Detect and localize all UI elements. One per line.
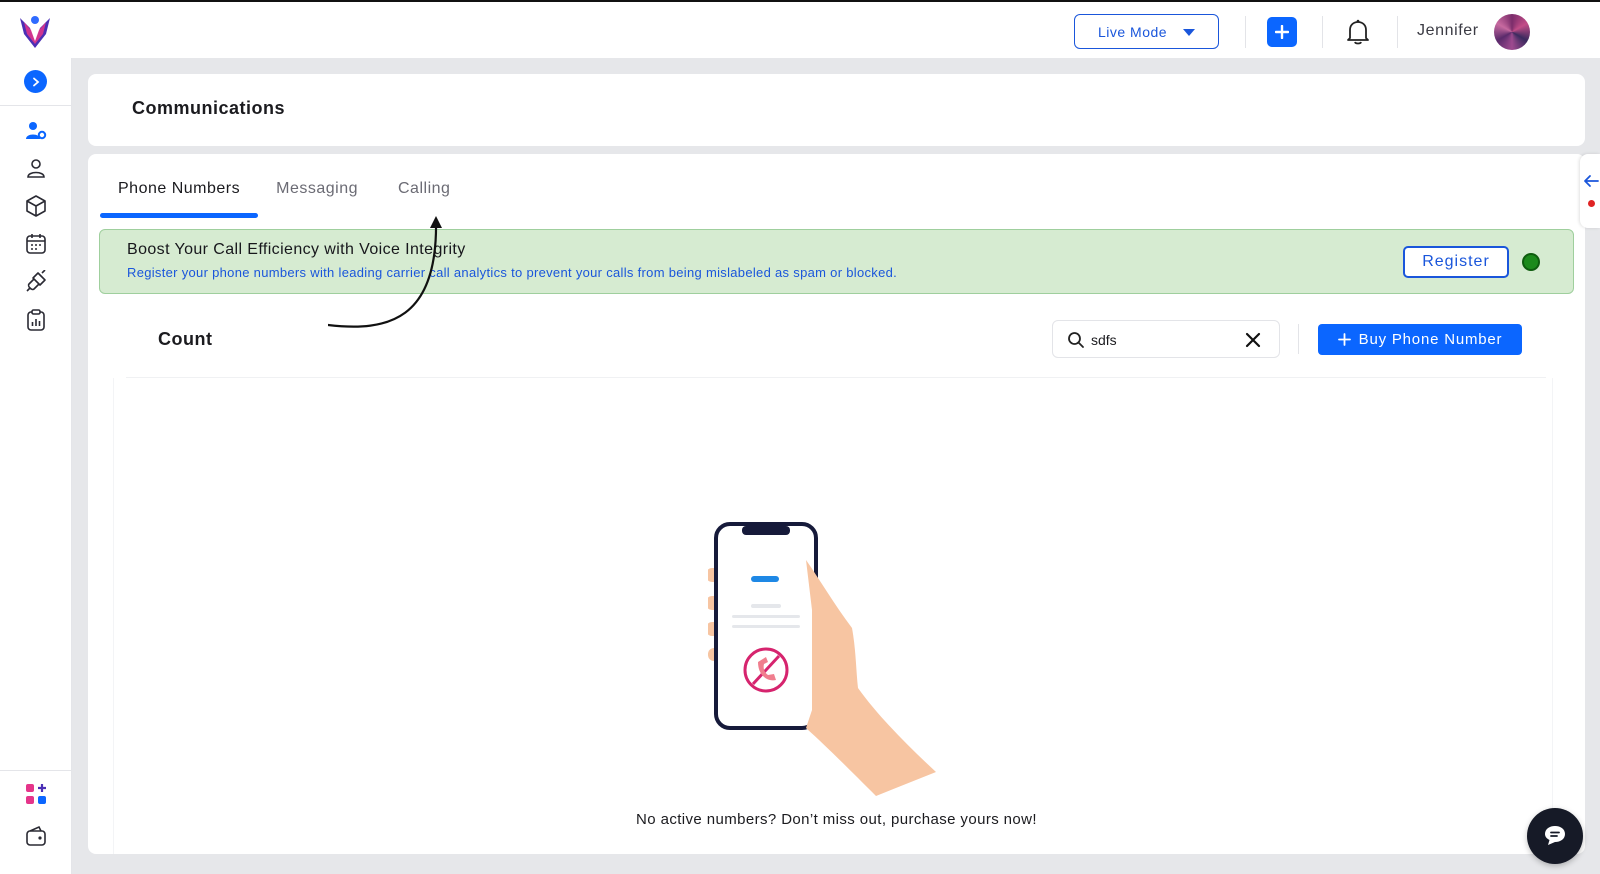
sidebar-divider bbox=[0, 770, 72, 771]
sidebar-divider bbox=[0, 105, 72, 106]
main-card: Phone Numbers Messaging Calling Boost Yo… bbox=[88, 154, 1585, 854]
search-input[interactable] bbox=[1091, 329, 1241, 351]
notification-dot bbox=[1588, 200, 1595, 207]
topbar-divider bbox=[1322, 16, 1323, 48]
list-title: Count bbox=[158, 329, 213, 349]
buy-button-label: Buy Phone Number bbox=[1358, 331, 1503, 348]
banner-title: Boost Your Call Efficiency with Voice In… bbox=[127, 241, 466, 258]
buy-phone-number-button[interactable]: Buy Phone Number bbox=[1318, 324, 1522, 355]
chevron-down-icon bbox=[1183, 29, 1196, 36]
bell-icon[interactable] bbox=[1345, 18, 1371, 46]
apps-icon[interactable] bbox=[24, 782, 48, 806]
top-bar: Live Mode Jennifer bbox=[0, 0, 1600, 58]
calendar-icon[interactable] bbox=[24, 232, 48, 256]
topbar-divider bbox=[1397, 16, 1398, 48]
status-indicator bbox=[1522, 253, 1540, 271]
chat-icon bbox=[1545, 826, 1565, 845]
plus-icon bbox=[1337, 333, 1351, 346]
chevron-right-icon bbox=[32, 77, 39, 86]
sidebar bbox=[0, 58, 72, 874]
voice-integrity-banner: Boost Your Call Efficiency with Voice In… bbox=[99, 229, 1574, 294]
empty-state-illustration bbox=[708, 522, 936, 796]
side-panel-tab[interactable] bbox=[1580, 154, 1600, 228]
tab-bar: Phone Numbers Messaging Calling bbox=[100, 170, 468, 218]
close-icon[interactable] bbox=[1245, 332, 1261, 348]
avatar[interactable] bbox=[1494, 14, 1530, 50]
register-button[interactable]: Register bbox=[1403, 246, 1509, 278]
box-icon[interactable] bbox=[24, 194, 48, 218]
chat-button[interactable] bbox=[1527, 808, 1583, 864]
plus-icon bbox=[1275, 25, 1289, 39]
empty-state-message: No active numbers? Don’t miss out, purch… bbox=[636, 811, 1037, 828]
search-icon bbox=[1068, 332, 1084, 348]
header-card: Communications bbox=[88, 74, 1585, 146]
topbar-divider bbox=[1245, 16, 1246, 48]
arrow-left-icon bbox=[1584, 175, 1599, 187]
user-settings-icon[interactable] bbox=[24, 119, 48, 143]
user-icon[interactable] bbox=[24, 156, 48, 180]
quick-add-button[interactable] bbox=[1267, 17, 1297, 47]
search-box bbox=[1052, 320, 1280, 358]
user-name[interactable]: Jennifer bbox=[1417, 22, 1479, 40]
page-title: Communications bbox=[132, 98, 286, 118]
app-logo[interactable] bbox=[16, 12, 54, 50]
wallet-icon[interactable] bbox=[24, 824, 48, 848]
integration-icon[interactable] bbox=[24, 270, 48, 294]
mode-select-label: Live Mode bbox=[1097, 23, 1168, 40]
toolbar-divider bbox=[1298, 324, 1299, 354]
tab-calling[interactable]: Calling bbox=[380, 170, 468, 218]
banner-text: Register your phone numbers with leading… bbox=[127, 265, 898, 280]
tab-phone-numbers[interactable]: Phone Numbers bbox=[100, 170, 259, 218]
mode-select[interactable]: Live Mode bbox=[1074, 14, 1219, 49]
tab-messaging[interactable]: Messaging bbox=[258, 170, 376, 218]
report-icon[interactable] bbox=[24, 308, 48, 332]
sidebar-expand-button[interactable] bbox=[24, 70, 47, 93]
